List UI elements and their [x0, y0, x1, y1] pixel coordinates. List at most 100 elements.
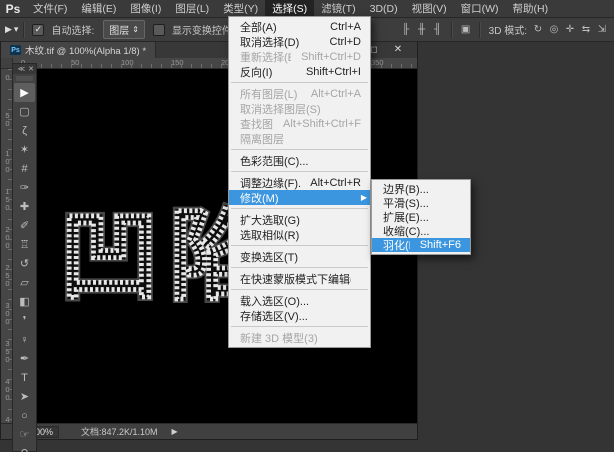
auto-select-target-dropdown[interactable]: 图层 ⇕	[103, 20, 145, 39]
collapse-panel-icon[interactable]: ≪	[18, 66, 25, 73]
submenu-item[interactable]: 收缩(C)...	[372, 224, 470, 238]
tools-list: ▶ ▢ ζ ✶ # ✑ ✚ ✐ ♖ ↺ ▱ ◧ ❜ ♀ ✒ T ➤ ○ ☞	[13, 83, 36, 452]
auto-select-label: 自动选择:	[51, 26, 95, 37]
align-bottom-edges-icon[interactable]: ╢	[431, 23, 445, 37]
menubar-item[interactable]: 图层(L)	[168, 0, 216, 17]
align-vertical-centers-icon[interactable]: ╫	[415, 23, 429, 37]
3d-mode-buttons: ↻ ◎ ✛ ⇆ ⇲	[530, 23, 610, 37]
menu-item[interactable]: 变换选区(T) ▶	[229, 249, 370, 264]
blur-tool[interactable]: ❜	[14, 311, 35, 330]
menu-item[interactable]: 载入选区(O)... ▶	[229, 293, 370, 308]
menu-item[interactable]: 查找图层 Alt+Shift+Ctrl+F ▶	[229, 116, 370, 131]
menubar-item[interactable]: 帮助(H)	[506, 0, 556, 17]
options-separator	[23, 21, 26, 38]
clone-stamp-tool[interactable]: ♖	[14, 235, 35, 254]
menu-item[interactable]: 反向(I) Shift+Ctrl+I ▶	[229, 64, 370, 79]
3d-rotate-icon[interactable]: ↻	[531, 23, 545, 37]
ruler-label: 100	[121, 58, 134, 67]
menu-item[interactable]: 取消选择(D) Ctrl+D ▶	[229, 34, 370, 49]
document-tab[interactable]: Ps 木纹.tif @ 100%(Alpha 1/8) *	[1, 42, 157, 58]
shape-tool[interactable]: ○	[14, 406, 35, 425]
close-button[interactable]: ✕	[389, 43, 407, 56]
menubar-item[interactable]: 文件(F)	[26, 0, 74, 17]
tool-preset-button[interactable]: ▶ ▾	[5, 24, 18, 35]
tools-panel-header: ≪ ✕	[13, 64, 36, 74]
submenu-item[interactable]: 平滑(S)...	[372, 196, 470, 210]
menu-item[interactable]: 取消选择图层(S) ▶	[229, 101, 370, 116]
magic-wand-tool[interactable]: ✶	[14, 140, 35, 159]
options-separator	[478, 21, 481, 38]
auto-select-checkbox[interactable]: ✓	[32, 23, 45, 36]
menu-item[interactable]: 所有图层(L) Alt+Ctrl+A ▶	[229, 86, 370, 101]
lasso-tool[interactable]: ζ	[14, 121, 35, 140]
menu-item[interactable]: ▶	[231, 289, 368, 290]
menubar-item[interactable]: 图像(I)	[123, 0, 168, 17]
move-tool[interactable]: ▶	[14, 83, 35, 102]
maximize-icon: ◻	[370, 44, 378, 54]
menu-item[interactable]: 调整边缘(F)... Alt+Ctrl+R ▶	[229, 175, 370, 190]
submenu-item[interactable]: 边界(B)...	[372, 182, 470, 196]
panel-grip[interactable]	[16, 76, 33, 81]
3d-scale-icon[interactable]: ⇲	[595, 23, 609, 37]
menu-item[interactable]: ▶	[231, 208, 368, 209]
menubar-item[interactable]: 视图(V)	[405, 0, 454, 17]
menu-item[interactable]: 在快速蒙版模式下编辑(Q) ▶	[229, 271, 370, 286]
menu-item[interactable]: ▶	[231, 245, 368, 246]
3d-slide-icon[interactable]: ⇆	[579, 23, 593, 37]
menu-item[interactable]: 隔离图层 ▶	[229, 131, 370, 146]
crop-tool[interactable]: #	[14, 159, 35, 178]
submenu-item[interactable]: 羽化(F)... Shift+F6	[372, 238, 470, 252]
show-transform-label: 显示变换控件	[171, 26, 232, 37]
menu-item[interactable]: ▶	[231, 82, 368, 83]
type-tool[interactable]: T	[14, 368, 35, 387]
show-transform-checkbox[interactable]	[152, 23, 165, 36]
3d-drag-icon[interactable]: ✛	[563, 23, 577, 37]
menu-item[interactable]: ▶	[231, 171, 368, 172]
menu-item[interactable]: 色彩范围(C)... ▶	[229, 153, 370, 168]
menu-item[interactable]: ▶	[231, 267, 368, 268]
hand-tool[interactable]: ☞	[14, 425, 35, 444]
document-size-info: 文档:847.2K/1.10M	[81, 427, 158, 437]
caret-down-icon: ▾	[13, 24, 19, 34]
photoshop-logo: Ps	[5, 1, 21, 16]
ruler-label: 150	[171, 58, 184, 67]
brush-tool[interactable]: ✐	[14, 216, 35, 235]
menubar-item[interactable]: 3D(D)	[363, 0, 405, 17]
menubar-item[interactable]: 选择(S)	[265, 0, 315, 17]
align-top-edges-icon[interactable]: ╟	[399, 23, 413, 37]
gradient-tool[interactable]: ◧	[14, 292, 35, 311]
3d-roll-icon[interactable]: ◎	[547, 23, 561, 37]
path-selection-tool[interactable]: ➤	[14, 387, 35, 406]
menubar-item[interactable]: 类型(Y)	[216, 0, 265, 17]
pen-tool[interactable]: ✒	[14, 349, 35, 368]
close-panel-icon[interactable]: ✕	[28, 66, 34, 73]
menu-item[interactable]: 全部(A) Ctrl+A ▶	[229, 19, 370, 34]
menu-item[interactable]: 重新选择(E) Shift+Ctrl+D ▶	[229, 49, 370, 64]
spot-healing-brush-tool[interactable]: ✚	[14, 197, 35, 216]
menu-item[interactable]: 选取相似(R) ▶	[229, 227, 370, 242]
status-options-arrow-icon[interactable]: ▶	[172, 427, 178, 436]
ruler-label: 50	[71, 58, 80, 67]
dodge-tool[interactable]: ♀	[14, 330, 35, 349]
menubar-item[interactable]: 窗口(W)	[454, 0, 506, 17]
menu-item[interactable]: 存储选区(V)... ▶	[229, 308, 370, 323]
eyedropper-tool[interactable]: ✑	[14, 178, 35, 197]
menu-item[interactable]: ▶	[231, 326, 368, 327]
ruler-label: 50	[3, 111, 12, 127]
ruler-label: 250	[3, 263, 12, 287]
menu-item[interactable]: 新建 3D 模型(3) ▶	[229, 330, 370, 345]
zoom-tool[interactable]: ⚲	[14, 444, 35, 452]
menu-item[interactable]: ▶	[231, 149, 368, 150]
menu-item[interactable]: 修改(M) ▶	[229, 190, 370, 205]
menubar-item[interactable]: 滤镜(T)	[314, 0, 362, 17]
menu-item[interactable]: 扩大选取(G) ▶	[229, 212, 370, 227]
ruler-label: 350	[3, 339, 12, 363]
submenu-item[interactable]: 扩展(E)...	[372, 210, 470, 224]
menubar-item[interactable]: 编辑(E)	[74, 0, 123, 17]
auto-align-layers-icon[interactable]: ▣	[459, 23, 473, 37]
history-brush-tool[interactable]: ↺	[14, 254, 35, 273]
align-buttons: ╟ ╫ ╢	[398, 23, 446, 37]
ruler-label: 300	[3, 301, 12, 325]
rectangular-marquee-tool[interactable]: ▢	[14, 102, 35, 121]
eraser-tool[interactable]: ▱	[14, 273, 35, 292]
